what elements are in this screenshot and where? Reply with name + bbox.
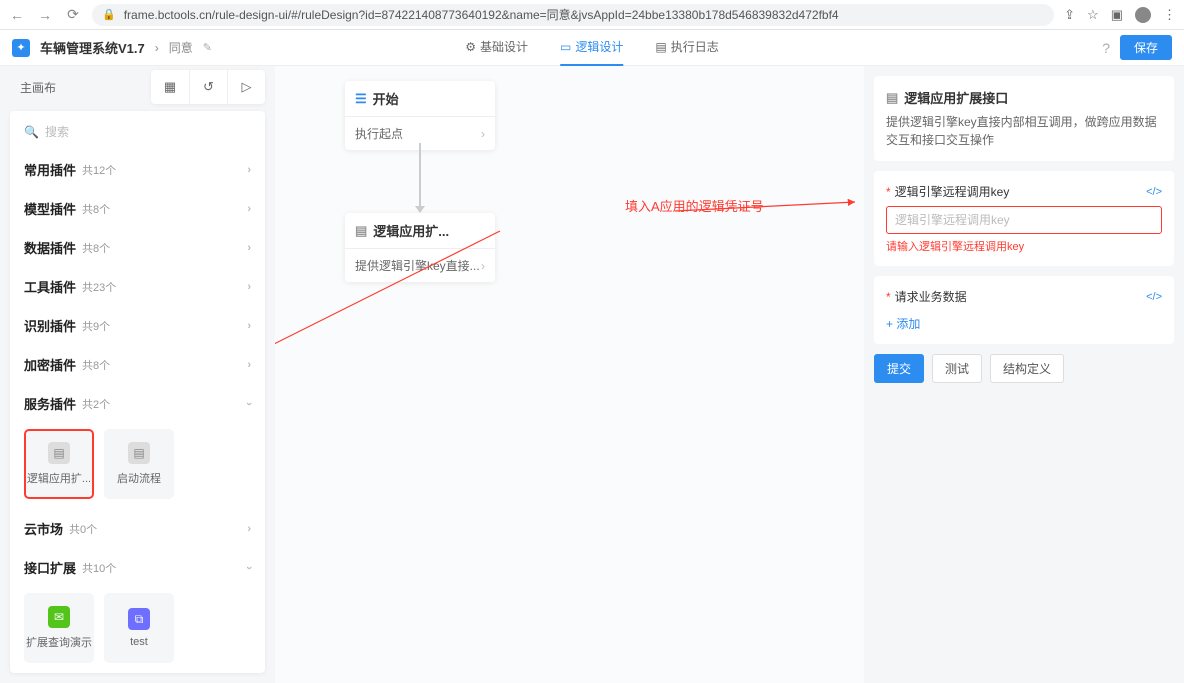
calendar-icon[interactable]: ▦ (151, 70, 189, 104)
layers-icon: ☰ (355, 91, 367, 107)
share-icon[interactable]: ⇪ (1064, 7, 1075, 23)
profile-icon[interactable] (1135, 7, 1151, 23)
add-button[interactable]: + 添加 (886, 315, 920, 332)
save-button[interactable]: 保存 (1120, 35, 1172, 60)
chevron-right-icon: › (247, 203, 251, 215)
play-icon[interactable]: ▷ (227, 70, 265, 104)
field-key-label: 逻辑引擎远程调用key (895, 183, 1010, 200)
forward-icon[interactable]: → (36, 7, 54, 23)
plugin-test[interactable]: ⧉ test (104, 593, 174, 663)
tab-base-design[interactable]: ⚙基础设计 (465, 30, 528, 66)
submit-button[interactable]: 提交 (874, 354, 924, 383)
breadcrumb-item[interactable]: 同意 (169, 39, 193, 56)
cat-encrypt[interactable]: 加密插件共8个› (10, 345, 265, 384)
plugin-ext-demo[interactable]: ✉ 扩展查询演示 (24, 593, 94, 663)
right-panel: ▤ 逻辑应用扩展接口 提供逻辑引擎key直接内部相互调用，做跨应用数据交互和接口交… (864, 66, 1184, 683)
panel-title: 逻辑应用扩展接口 (904, 88, 1008, 107)
test-button[interactable]: 测试 (932, 354, 982, 383)
chevron-right-icon: › (247, 242, 251, 254)
cat-common[interactable]: 常用插件共12个› (10, 150, 265, 189)
node-logic-extend[interactable]: ▤逻辑应用扩... 提供逻辑引擎key直接...› (345, 213, 495, 282)
remote-key-input[interactable] (886, 206, 1162, 234)
annotation-text: 填入A应用的逻辑凭证号 (625, 196, 764, 215)
node-start[interactable]: ☰开始 执行起点› (345, 81, 495, 150)
code-icon[interactable]: </> (1146, 291, 1162, 303)
chevron-down-icon: › (243, 402, 255, 406)
menu-icon[interactable]: ⋮ (1163, 7, 1176, 23)
panel-desc: 提供逻辑引擎key直接内部相互调用，做跨应用数据交互和接口交互操作 (886, 113, 1162, 149)
plugin-logic-extend[interactable]: ▤ 逻辑应用扩... (24, 429, 94, 499)
annotation-arrows (275, 66, 864, 683)
field-body-label: 请求业务数据 (895, 288, 967, 305)
cat-tool[interactable]: 工具插件共23个› (10, 267, 265, 306)
chevron-down-icon: › (243, 566, 255, 570)
url-text: frame.bctools.cn/rule-design-ui/#/ruleDe… (124, 6, 839, 23)
document-icon: ▤ (48, 442, 70, 464)
tool-box: ▦ ↺ ▷ (151, 70, 265, 104)
browser-bar: ← → ⟳ 🔒 frame.bctools.cn/rule-design-ui/… (0, 0, 1184, 30)
document-icon: ▤ (355, 223, 367, 239)
lock-icon: 🔒 (102, 8, 116, 21)
cat-data[interactable]: 数据插件共8个› (10, 228, 265, 267)
field-key-error: 请输入逻辑引擎远程调用key (886, 238, 1162, 254)
plugin-start-flow[interactable]: ▤ 启动流程 (104, 429, 174, 499)
help-icon[interactable]: ? (1102, 40, 1110, 56)
url-bar[interactable]: 🔒 frame.bctools.cn/rule-design-ui/#/rule… (92, 4, 1054, 26)
chevron-right-icon: › (481, 259, 485, 273)
cat-interface-ext[interactable]: 接口扩展共10个› (10, 548, 265, 587)
connector-line (419, 143, 421, 208)
breadcrumb-sep: › (155, 41, 159, 55)
back-icon[interactable]: ← (8, 7, 26, 23)
reload-icon[interactable]: ⟳ (64, 6, 82, 23)
chevron-right-icon: › (247, 281, 251, 293)
canvas-area[interactable]: ☰开始 执行起点› ▤逻辑应用扩... 提供逻辑引擎key直接...› 填入A应… (275, 66, 864, 683)
gear-icon: ⚙ (465, 40, 476, 54)
app-header: ✦ 车辆管理系统V1.7 › 同意 ✎ ⚙基础设计 ▭逻辑设计 ▤执行日志 ? … (0, 30, 1184, 66)
app-logo-icon: ✦ (12, 39, 30, 57)
code-icon[interactable]: </> (1146, 186, 1162, 198)
cat-model[interactable]: 模型插件共8个› (10, 189, 265, 228)
app-title: 车辆管理系统V1.7 (40, 38, 145, 57)
required-mark: * (886, 185, 891, 199)
chevron-right-icon: › (247, 523, 251, 535)
left-panel: 主画布 ▦ ↺ ▷ 🔍 搜索 常用插件共12个› 模型插件共8个› 数据插件共8… (0, 66, 275, 683)
chevron-right-icon: › (247, 320, 251, 332)
required-mark: * (886, 290, 891, 304)
chevron-right-icon: › (481, 127, 485, 141)
tab-logic-design[interactable]: ▭逻辑设计 (560, 30, 623, 66)
tab-exec-log[interactable]: ▤执行日志 (655, 30, 718, 66)
search-icon: 🔍 (24, 125, 39, 139)
chevron-right-icon: › (247, 359, 251, 371)
document-icon: ▤ (886, 90, 898, 106)
document-icon: ▤ (128, 442, 150, 464)
history-icon[interactable]: ↺ (189, 70, 227, 104)
connector-arrow-icon (415, 206, 425, 213)
extension-icon[interactable]: ▣ (1111, 7, 1123, 23)
cat-cloud-market[interactable]: 云市场共0个› (10, 509, 265, 548)
chat-icon: ✉ (48, 606, 70, 628)
main-canvas-tab[interactable]: 主画布 (10, 73, 66, 102)
star-icon[interactable]: ☆ (1087, 7, 1099, 23)
search-input[interactable]: 🔍 搜索 (10, 119, 265, 150)
chevron-right-icon: › (247, 164, 251, 176)
chart-icon: ⧉ (128, 608, 150, 630)
plugin-panel: 🔍 搜索 常用插件共12个› 模型插件共8个› 数据插件共8个› 工具插件共23… (10, 111, 265, 673)
log-icon: ▤ (655, 40, 666, 54)
struct-button[interactable]: 结构定义 (990, 354, 1064, 383)
flow-icon: ▭ (560, 40, 571, 54)
cat-recognition[interactable]: 识别插件共9个› (10, 306, 265, 345)
cat-service[interactable]: 服务插件共2个› (10, 384, 265, 423)
edit-icon[interactable]: ✎ (203, 41, 212, 54)
